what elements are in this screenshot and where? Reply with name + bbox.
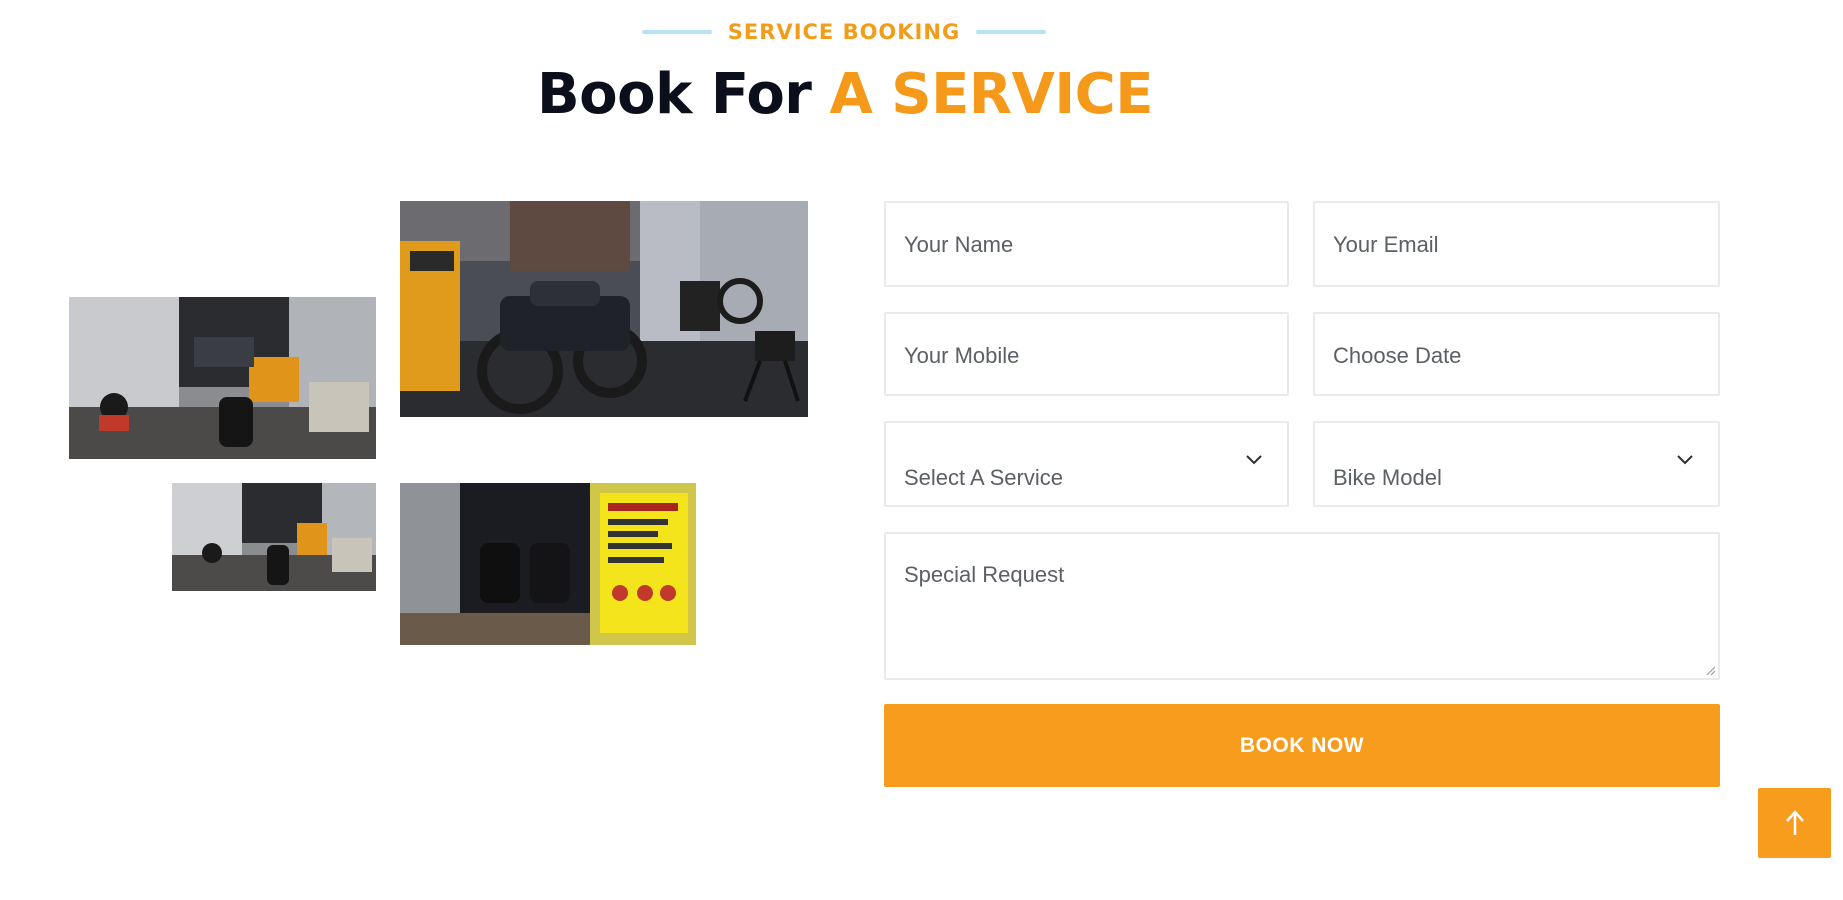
- page-title: Book For A SERVICE: [500, 56, 1190, 132]
- chevron-down-icon: [1246, 455, 1262, 465]
- service-select[interactable]: Select A Service: [884, 421, 1289, 507]
- mobile-field[interactable]: Your Mobile: [884, 312, 1289, 396]
- workshop-interior-small-photo: [172, 483, 376, 591]
- email-field[interactable]: Your Email: [1313, 201, 1720, 287]
- eyebrow-line-right: [976, 30, 1047, 34]
- mobile-field-placeholder: Your Mobile: [904, 343, 1020, 368]
- bike-model-select-value: Bike Model: [1333, 465, 1442, 490]
- date-field[interactable]: Choose Date: [1313, 312, 1720, 396]
- book-now-button[interactable]: BOOK NOW: [884, 704, 1720, 787]
- resize-grip-icon[interactable]: [1704, 664, 1716, 676]
- page-title-accent: A SERVICE: [829, 61, 1154, 127]
- workshop-interior-photo: [69, 297, 376, 459]
- workshop-entrance-photo: [400, 483, 696, 645]
- special-request-textarea[interactable]: Special Request: [884, 532, 1720, 680]
- name-field-placeholder: Your Name: [904, 232, 1014, 257]
- special-request-placeholder: Special Request: [904, 562, 1065, 587]
- service-select-value: Select A Service: [904, 465, 1063, 490]
- back-to-top-button[interactable]: [1758, 788, 1831, 858]
- eyebrow-line-left: [641, 30, 712, 34]
- chevron-down-icon: [1677, 455, 1693, 465]
- bike-model-select[interactable]: Bike Model: [1313, 421, 1720, 507]
- page-title-plain: Book For: [536, 61, 812, 127]
- email-field-placeholder: Your Email: [1333, 232, 1439, 257]
- arrow-up-icon: [1785, 810, 1804, 835]
- date-field-placeholder: Choose Date: [1333, 343, 1462, 368]
- eyebrow-text: SERVICE BOOKING: [727, 20, 961, 44]
- workshop-motorcycle-photo: [400, 201, 808, 417]
- section-eyebrow: SERVICE BOOKING: [632, 18, 1056, 46]
- name-field[interactable]: Your Name: [884, 201, 1289, 287]
